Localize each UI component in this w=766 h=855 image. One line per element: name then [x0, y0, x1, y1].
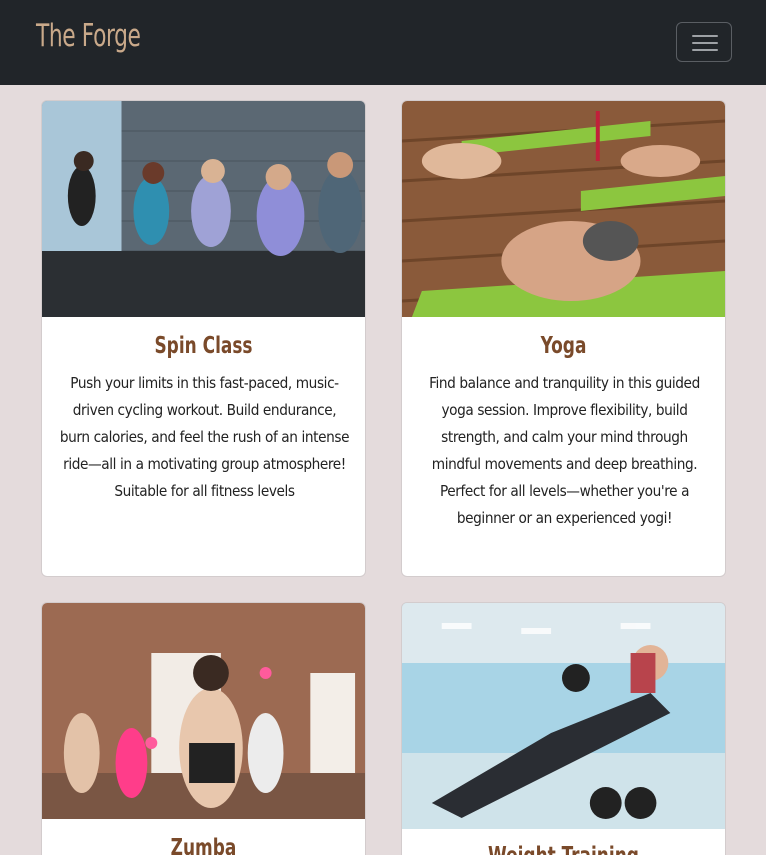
weight-training-image [402, 603, 725, 829]
class-card-yoga: Yoga Find balance and tranquility in thi… [401, 100, 726, 577]
class-card-zumba: Zumba [41, 602, 366, 855]
card-description: Push your limits in this fast-paced, mus… [59, 374, 350, 500]
yoga-image [402, 101, 725, 317]
zumba-image [42, 603, 365, 819]
spin-class-image [42, 101, 365, 317]
class-card-spin: Spin Class Push your limits in this fast… [41, 100, 366, 577]
card-title: Yoga [540, 333, 587, 359]
card-description: Find balance and tranquility in this gui… [429, 374, 700, 527]
card-title: Spin Class [154, 333, 253, 359]
card-title: Weight Training [431, 843, 696, 855]
brand-logo[interactable]: The Forge [36, 18, 141, 54]
menu-icon [692, 34, 718, 52]
class-card-weight-training: Weight Training [401, 602, 726, 855]
navbar: The Forge [0, 0, 766, 85]
menu-toggle-button[interactable] [676, 22, 732, 62]
card-title: Zumba [170, 835, 237, 855]
